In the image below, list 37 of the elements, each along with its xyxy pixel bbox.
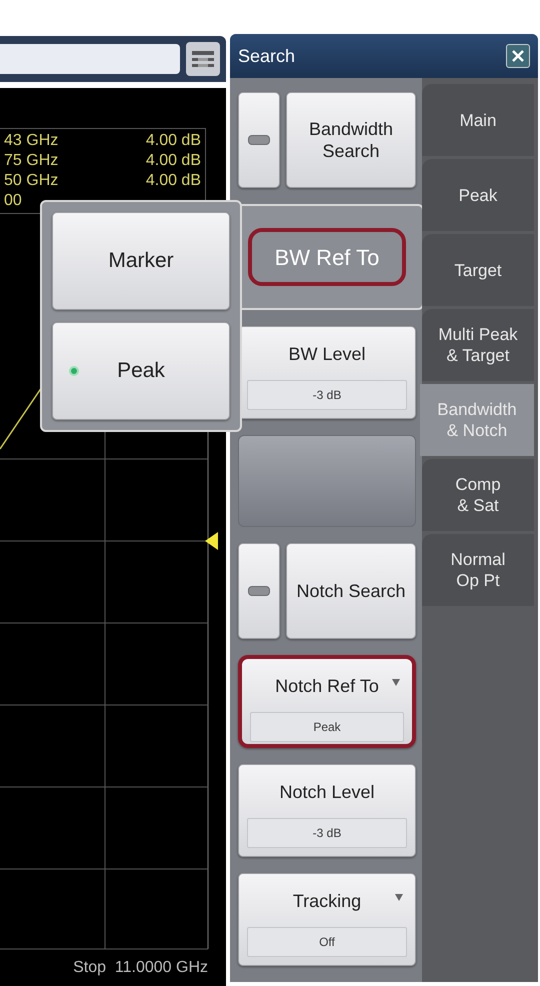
softkey-button[interactable]: Bandwidth Search	[286, 92, 416, 188]
marker-frequency: 00	[4, 191, 22, 211]
value-field: Peak	[250, 712, 404, 742]
marker-value: 4.00 dB	[146, 151, 201, 171]
softkey-button[interactable]: Notch Ref To Peak	[238, 655, 416, 748]
side-tab[interactable]: Multi Peak & Target	[422, 309, 534, 381]
input-field[interactable]	[0, 44, 180, 74]
value-field: -3 dB	[247, 818, 407, 848]
softkey-label: BW Level	[288, 343, 366, 366]
marker-frequency: 75 GHz	[4, 151, 58, 171]
value-field: -3 dB	[247, 380, 407, 410]
marker-value: 4.00 dB	[146, 131, 201, 151]
menu-option-button[interactable]: Marker	[52, 212, 230, 310]
marker-frequency: 50 GHz	[4, 171, 58, 191]
side-tab[interactable]: Peak	[422, 159, 534, 231]
dropdown-caret-icon	[395, 894, 403, 901]
softkey-button[interactable]: Tracking Off	[238, 873, 416, 966]
softkey-button[interactable]: Notch Search	[286, 543, 416, 639]
panel-title: Search	[238, 44, 296, 68]
value-field: Off	[247, 927, 407, 957]
close-icon[interactable]	[506, 44, 530, 68]
toggle-indicator-button[interactable]	[238, 543, 280, 639]
side-tab[interactable]: Main	[422, 84, 534, 156]
softkey-button[interactable]: Notch Level -3 dB	[238, 764, 416, 857]
reference-marker-icon	[205, 532, 218, 550]
side-tab[interactable]: Target	[422, 234, 534, 306]
softkey-label: Tracking	[292, 890, 362, 913]
marker-frequency: 43 GHz	[4, 131, 58, 151]
menu-option-button[interactable]: Peak	[52, 322, 230, 420]
dropdown-caret-icon	[392, 679, 400, 686]
toggle-indicator-button[interactable]	[238, 92, 280, 188]
side-tab[interactable]: Comp & Sat	[422, 459, 534, 531]
softkey-label: Notch Level	[279, 781, 375, 804]
stop-frequency-label: Stop 11.0000 GHz	[72, 958, 209, 978]
marker-value: 4.00 dB	[146, 171, 201, 191]
side-tab[interactable]: Normal Op Pt	[422, 534, 534, 606]
softkey-label: Notch Ref To	[275, 675, 379, 698]
